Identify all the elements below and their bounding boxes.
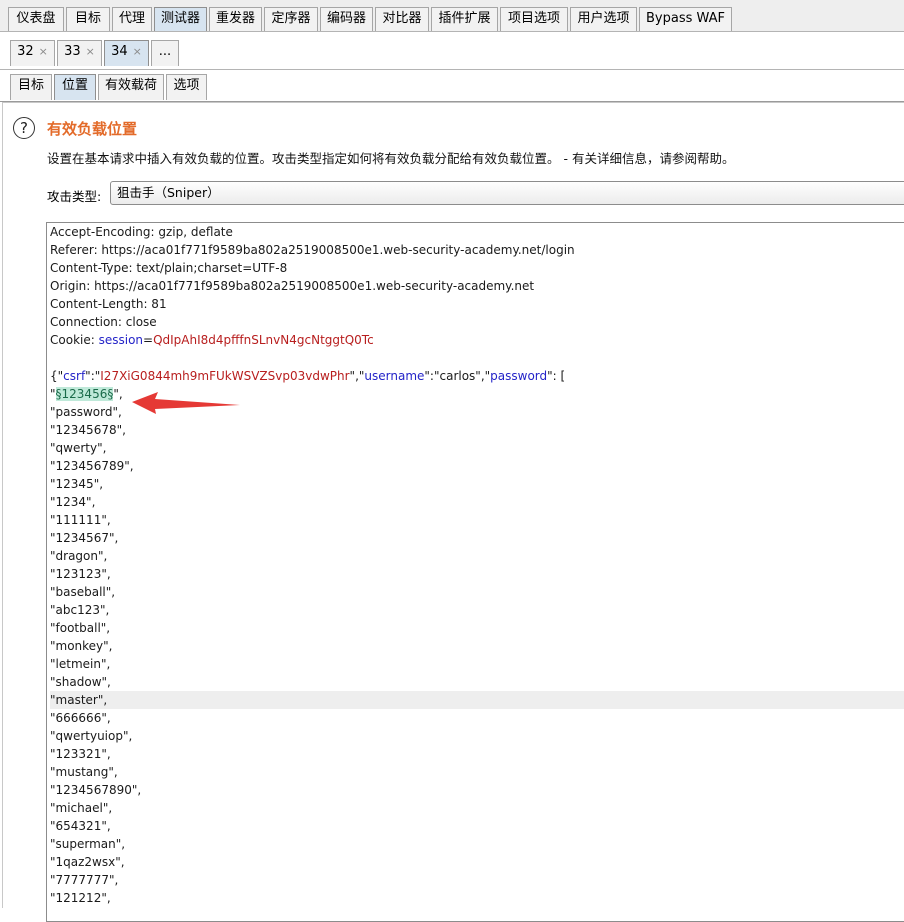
password-line: "7777777", bbox=[50, 871, 904, 889]
subtab-payloads[interactable]: 有效载荷 bbox=[98, 74, 164, 100]
password-line: "123123", bbox=[50, 565, 904, 583]
tab-intruder[interactable]: 测试器 bbox=[154, 7, 207, 32]
password-line: "qwerty", bbox=[50, 439, 904, 457]
csrf-key: csrf bbox=[63, 369, 85, 383]
header-line: Accept-Encoding: gzip, deflate bbox=[50, 223, 904, 241]
password-line-current: "master", bbox=[50, 691, 904, 709]
tab-sequencer[interactable]: 定序器 bbox=[264, 7, 318, 32]
subtab-options[interactable]: 选项 bbox=[166, 74, 207, 100]
tab-dashboard[interactable]: 仪表盘 bbox=[8, 7, 64, 32]
password-line: "abc123", bbox=[50, 601, 904, 619]
payload-marker[interactable]: §123456§ bbox=[56, 387, 114, 401]
tab-target[interactable]: 目标 bbox=[66, 7, 110, 32]
password-line: "12345678", bbox=[50, 421, 904, 439]
password-line: "123321", bbox=[50, 745, 904, 763]
password-line: "1234567", bbox=[50, 529, 904, 547]
close-icon[interactable]: × bbox=[133, 45, 142, 58]
body-sep: "," bbox=[350, 369, 365, 383]
csrf-value: I27XiG0844mh9mFUkWSVZSvp03vdwPhr bbox=[100, 369, 349, 383]
help-circle-icon[interactable]: ? bbox=[13, 117, 35, 139]
tab-bypass-waf[interactable]: Bypass WAF bbox=[639, 7, 732, 32]
password-line: "mustang", bbox=[50, 763, 904, 781]
password-line: "12345", bbox=[50, 475, 904, 493]
body-sep: ":" bbox=[85, 369, 100, 383]
main-tab-bar: 仪表盘 目标 代理 测试器 重发器 定序器 编码器 对比器 插件扩展 项目选项 … bbox=[0, 0, 904, 32]
close-icon[interactable]: × bbox=[39, 45, 48, 58]
payload-prefix: " bbox=[50, 387, 56, 401]
password-line: "password", bbox=[50, 403, 904, 421]
payload-line: "§123456§", bbox=[50, 385, 904, 403]
password-line: "111111", bbox=[50, 511, 904, 529]
attack-tab-33[interactable]: 33 × bbox=[57, 40, 102, 66]
cookie-line: Cookie: session=QdIpAhI8d4pfffnSLnvN4gcN… bbox=[50, 331, 904, 349]
section-description: 设置在基本请求中插入有效负载的位置。攻击类型指定如何将有效负载分配给有效负载位置… bbox=[47, 148, 734, 167]
body-open: {" bbox=[50, 369, 63, 383]
attack-tab-34[interactable]: 34 × bbox=[104, 40, 149, 66]
section-title: 有效负载位置 bbox=[47, 118, 137, 139]
password-line: "superman", bbox=[50, 835, 904, 853]
password-line: "qwertyuiop", bbox=[50, 727, 904, 745]
password-line: "football", bbox=[50, 619, 904, 637]
password-line: "666666", bbox=[50, 709, 904, 727]
tab-proxy[interactable]: 代理 bbox=[112, 7, 152, 32]
tab-extender[interactable]: 插件扩展 bbox=[431, 7, 498, 32]
cookie-value: QdIpAhI8d4pfffnSLnvN4gcNtggtQ0Tc bbox=[153, 333, 374, 347]
subtab-target[interactable]: 目标 bbox=[10, 74, 52, 100]
attack-tab-32[interactable]: 32 × bbox=[10, 40, 55, 66]
password-line: "monkey", bbox=[50, 637, 904, 655]
password-line: "121212", bbox=[50, 889, 904, 907]
attack-type-select[interactable]: 狙击手（Sniper） bbox=[110, 181, 904, 205]
header-line: Connection: close bbox=[50, 313, 904, 331]
header-line: Referer: https://aca01f771f9589ba802a251… bbox=[50, 241, 904, 259]
password-line: "1234567890", bbox=[50, 781, 904, 799]
username-sep: ":"carlos"," bbox=[424, 369, 490, 383]
cookie-prefix: Cookie: bbox=[50, 333, 99, 347]
password-line: "michael", bbox=[50, 799, 904, 817]
password-line: "123456789", bbox=[50, 457, 904, 475]
attack-tab-label: 33 bbox=[64, 44, 81, 59]
subtab-positions[interactable]: 位置 bbox=[54, 74, 96, 100]
body-line: {"csrf":"I27XiG0844mh9mFUkWSVZSvp03vdwPh… bbox=[50, 367, 904, 385]
sub-tab-bar: 目标 位置 有效载荷 选项 bbox=[0, 70, 904, 102]
tab-user-options[interactable]: 用户选项 bbox=[570, 7, 637, 32]
password-line: "letmein", bbox=[50, 655, 904, 673]
tab-project-options[interactable]: 项目选项 bbox=[500, 7, 568, 32]
password-line: "654321", bbox=[50, 817, 904, 835]
close-icon[interactable]: × bbox=[86, 45, 95, 58]
attack-tab-bar: 32 × 33 × 34 × ... bbox=[0, 32, 904, 70]
payload-suffix: ", bbox=[113, 387, 122, 401]
header-line: Content-Type: text/plain;charset=UTF-8 bbox=[50, 259, 904, 277]
header-line: Content-Length: 81 bbox=[50, 295, 904, 313]
tab-repeater[interactable]: 重发器 bbox=[209, 7, 262, 32]
password-line: "dragon", bbox=[50, 547, 904, 565]
username-key: username bbox=[364, 369, 424, 383]
new-attack-tab[interactable]: ... bbox=[151, 40, 179, 66]
password-line: "baseball", bbox=[50, 583, 904, 601]
password-line: "shadow", bbox=[50, 673, 904, 691]
tab-comparer[interactable]: 对比器 bbox=[375, 7, 429, 32]
password-line: "1qaz2wsx", bbox=[50, 853, 904, 871]
request-editor[interactable]: Accept-Encoding: gzip, deflate Referer: … bbox=[46, 222, 904, 922]
header-line: Origin: https://aca01f771f9589ba802a2519… bbox=[50, 277, 904, 295]
password-sep: ": [ bbox=[547, 369, 565, 383]
cookie-name: session bbox=[99, 333, 143, 347]
tab-decoder[interactable]: 编码器 bbox=[320, 7, 373, 32]
password-line: "1234", bbox=[50, 493, 904, 511]
attack-type-label: 攻击类型: bbox=[47, 186, 101, 205]
password-key: password bbox=[490, 369, 547, 383]
attack-tab-label: 34 bbox=[111, 44, 128, 59]
attack-tab-label: 32 bbox=[17, 44, 34, 59]
cookie-eq: = bbox=[143, 333, 153, 347]
